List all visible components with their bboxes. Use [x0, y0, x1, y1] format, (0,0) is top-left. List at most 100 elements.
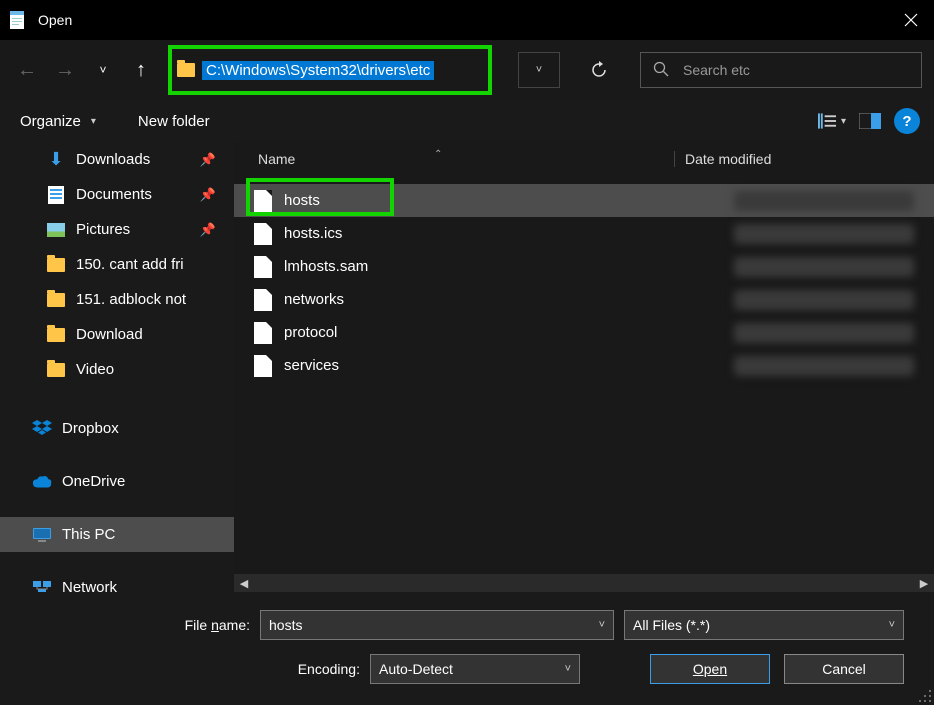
filename-input[interactable]: hosts ˅ [260, 610, 614, 640]
column-header-date[interactable]: Date modified [674, 151, 934, 167]
resize-grip[interactable] [918, 689, 932, 703]
folder-icon [46, 290, 66, 310]
file-name: protocol [284, 324, 337, 341]
date-cell [734, 323, 914, 343]
organize-button[interactable]: Organize [14, 109, 102, 134]
address-bar[interactable]: C:\Windows\System32\drivers\etc [168, 45, 492, 95]
sidebar-label: Downloads [76, 151, 150, 168]
address-history-button[interactable]: ˅ [518, 52, 560, 88]
encoding-value: Auto-Detect [379, 661, 453, 677]
sidebar-label: Video [76, 361, 114, 378]
address-path: C:\Windows\System32\drivers\etc [202, 61, 434, 80]
file-row[interactable]: lmhosts.sam [234, 250, 934, 283]
refresh-button[interactable] [578, 52, 620, 88]
date-cell [734, 257, 914, 277]
sidebar-item-folder[interactable]: Download [0, 317, 234, 352]
sort-indicator-icon: ⌃ [434, 149, 442, 160]
sidebar-label: Documents [76, 186, 152, 203]
folder-icon [46, 360, 66, 380]
sidebar-item-documents[interactable]: Documents 📌 [0, 177, 234, 212]
file-icon [254, 355, 272, 377]
open-button[interactable]: Open [650, 654, 770, 684]
sidebar-label: Pictures [76, 221, 130, 238]
sidebar-label: Network [62, 579, 117, 592]
sidebar-label: This PC [62, 526, 115, 543]
date-cell [734, 356, 914, 376]
file-icon [254, 289, 272, 311]
sidebar-label: 150. cant add fri [76, 256, 206, 273]
filename-label: File name: [0, 617, 260, 633]
sidebar-item-folder[interactable]: Video [0, 352, 234, 387]
close-button[interactable] [888, 0, 934, 40]
filetype-value: All Files (*.*) [633, 617, 710, 633]
file-name: hosts [284, 192, 320, 209]
file-row[interactable]: hosts.ics [234, 217, 934, 250]
file-icon [254, 322, 272, 344]
file-row[interactable]: networks [234, 283, 934, 316]
search-input[interactable]: Search etc [640, 52, 922, 88]
navigation-tree[interactable]: ⬇ Downloads 📌 Documents 📌 Pictures 📌 150… [0, 142, 234, 592]
new-folder-button[interactable]: New folder [132, 109, 216, 134]
network-icon [32, 578, 52, 593]
sidebar-item-onedrive[interactable]: OneDrive [0, 464, 234, 499]
help-button[interactable]: ? [894, 108, 920, 134]
file-row[interactable]: hosts [234, 184, 934, 217]
date-cell [734, 290, 914, 310]
navigation-bar: ← → ˅ ↑ C:\Windows\System32\drivers\etc … [0, 40, 934, 100]
date-cell [734, 224, 914, 244]
back-button[interactable]: ← [12, 55, 42, 85]
column-header-name[interactable]: Name ⌃ [234, 151, 674, 167]
encoding-select[interactable]: Auto-Detect ˅ [370, 654, 580, 684]
scroll-right-icon[interactable]: ▶ [916, 577, 932, 590]
sidebar-label: Dropbox [62, 420, 119, 437]
download-icon: ⬇ [46, 150, 66, 170]
file-row[interactable]: services [234, 349, 934, 382]
sidebar-item-dropbox[interactable]: Dropbox [0, 411, 234, 446]
preview-pane-button[interactable] [856, 110, 884, 132]
file-name: lmhosts.sam [284, 258, 368, 275]
dialog-form: File name: hosts ˅ All Files (*.*) ˅ Enc… [0, 592, 934, 684]
window-title: Open [38, 12, 72, 28]
document-icon [46, 185, 66, 205]
titlebar: Open [0, 0, 934, 40]
sidebar-item-downloads[interactable]: ⬇ Downloads 📌 [0, 142, 234, 177]
file-name: services [284, 357, 339, 374]
file-name: hosts.ics [284, 225, 342, 242]
up-button[interactable]: ↑ [126, 55, 156, 85]
column-headers: Name ⌃ Date modified [234, 142, 934, 176]
onedrive-icon [32, 472, 52, 492]
search-placeholder: Search etc [683, 62, 750, 78]
sidebar-label: Download [76, 326, 143, 343]
open-dialog: Open ← → ˅ ↑ C:\Windows\System32\drivers… [0, 0, 934, 705]
horizontal-scrollbar[interactable]: ◀ ▶ [234, 574, 934, 592]
recent-locations-button[interactable]: ˅ [88, 55, 118, 85]
file-row[interactable]: protocol [234, 316, 934, 349]
chevron-down-icon: ˅ [599, 619, 605, 631]
chevron-down-icon: ˅ [565, 663, 571, 675]
sidebar-item-network[interactable]: Network [0, 570, 234, 592]
filetype-select[interactable]: All Files (*.*) ˅ [624, 610, 904, 640]
folder-icon [176, 60, 196, 80]
file-name: networks [284, 291, 344, 308]
search-icon [653, 61, 669, 80]
pin-icon: 📌 [200, 152, 216, 168]
forward-button[interactable]: → [50, 55, 80, 85]
sidebar-item-folder[interactable]: 151. adblock not [0, 282, 234, 317]
thispc-icon [32, 525, 52, 545]
pin-icon: 📌 [200, 222, 216, 238]
folder-icon [46, 255, 66, 275]
sidebar-label: OneDrive [62, 473, 125, 490]
notepad-icon [6, 8, 30, 32]
scroll-left-icon[interactable]: ◀ [236, 577, 252, 590]
sidebar-label: 151. adblock not [76, 291, 206, 308]
sidebar-item-folder[interactable]: 150. cant add fri [0, 247, 234, 282]
cancel-button[interactable]: Cancel [784, 654, 904, 684]
filename-value: hosts [269, 617, 302, 633]
folder-icon [46, 325, 66, 345]
file-icon [254, 190, 272, 212]
sidebar-item-thispc[interactable]: This PC [0, 517, 234, 552]
file-icon [254, 223, 272, 245]
pin-icon: 📌 [200, 187, 216, 203]
sidebar-item-pictures[interactable]: Pictures 📌 [0, 212, 234, 247]
view-mode-button[interactable] [818, 110, 846, 132]
